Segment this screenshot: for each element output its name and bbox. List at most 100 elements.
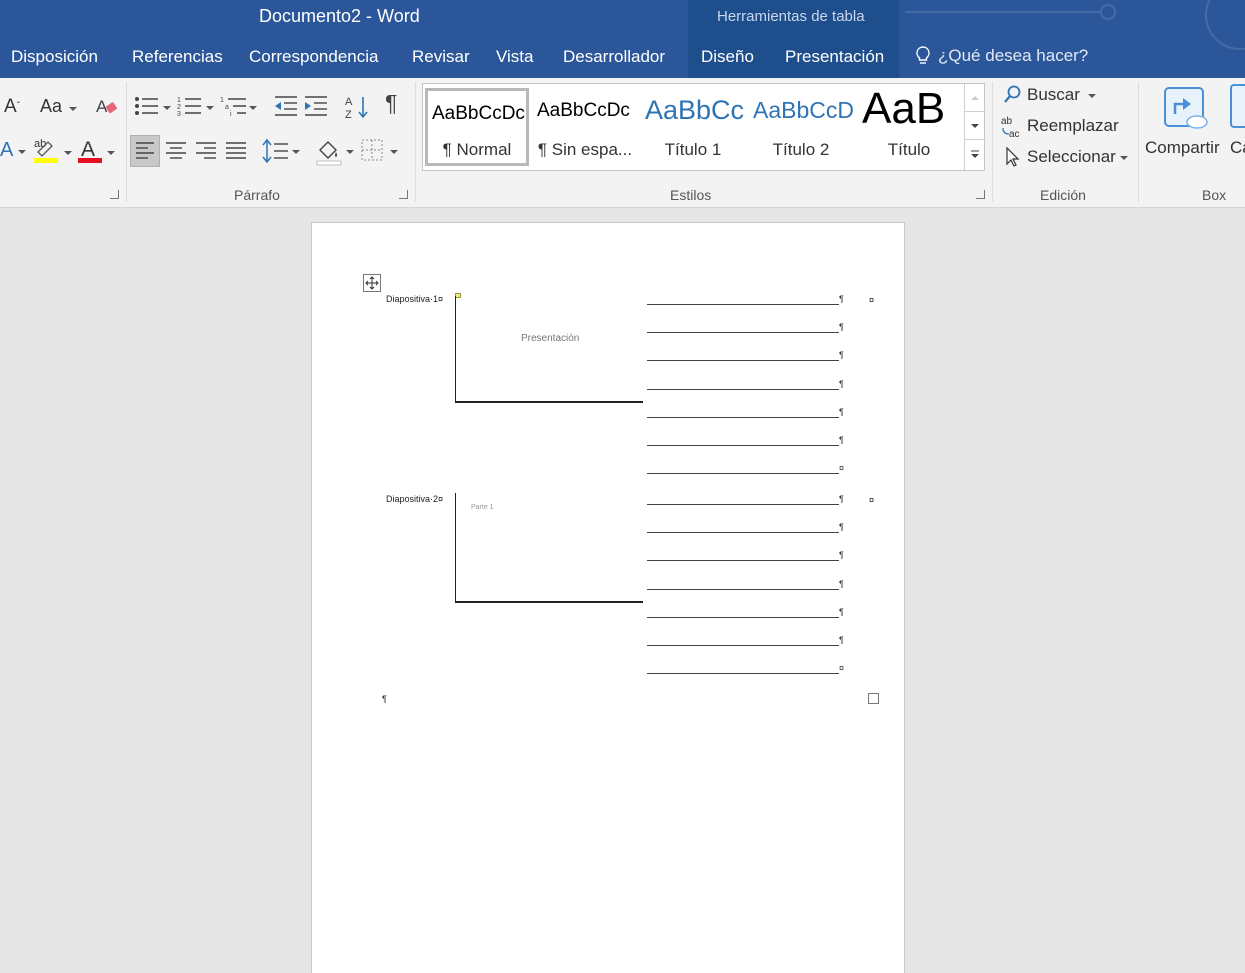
tab-diseno[interactable]: Diseño: [701, 47, 754, 67]
tab-presentacion[interactable]: Presentación: [785, 47, 884, 67]
tab-desarrollador[interactable]: Desarrollador: [563, 47, 665, 67]
change-case-button[interactable]: Aa: [40, 96, 62, 116]
style-sample: AaB: [862, 88, 946, 133]
bullets-icon[interactable]: [134, 94, 160, 118]
align-right-icon[interactable]: [192, 136, 220, 166]
numbering-icon[interactable]: 1 2 3: [177, 94, 203, 118]
chevron-down-icon: [206, 106, 214, 110]
decrease-indent-icon[interactable]: [273, 94, 299, 118]
align-center-icon[interactable]: [162, 136, 190, 166]
share-button[interactable]: Compartir: [1145, 82, 1241, 182]
cursor-arrow-icon: [1006, 146, 1020, 167]
share-icon: [1164, 87, 1208, 129]
end-of-cell-mark: ¤: [839, 663, 845, 673]
style-no-spacing[interactable]: AaBbCcDc ¶ Sin espa...: [533, 88, 637, 166]
paragraph-mark: ¶: [839, 550, 844, 560]
tab-revisar[interactable]: Revisar: [412, 47, 470, 67]
paragraph-mark: ¶: [839, 607, 844, 617]
title-bar: Documento2 - Word Herramientas de tabla …: [0, 0, 1245, 78]
table-resize-handle[interactable]: [868, 693, 879, 704]
shrink-font-button[interactable]: Aˇ: [4, 97, 20, 117]
tell-me-box[interactable]: ¿Qué desea hacer?: [914, 45, 1088, 67]
note-line: [647, 360, 839, 361]
chevron-down-icon: [64, 151, 72, 155]
table-move-handle[interactable]: [363, 274, 381, 292]
group-separator: [1138, 82, 1139, 202]
svg-text:3: 3: [177, 111, 181, 118]
decorative-circuit: [1100, 4, 1116, 20]
move-icon: [365, 276, 379, 290]
highlight-color-icon[interactable]: ab: [32, 136, 62, 164]
align-left-button[interactable]: [130, 135, 160, 167]
decorative-circuit: [1205, 0, 1245, 50]
slide-placeholder-text: Parte 1: [471, 504, 494, 511]
replace-icon-bottom: ac: [1009, 129, 1020, 140]
contextual-title: Herramientas de tabla: [717, 8, 865, 25]
style-sample: AaBbCc: [645, 95, 745, 125]
tab-referencias[interactable]: Referencias: [132, 47, 223, 67]
slide-thumbnail[interactable]: Parte 1: [455, 493, 643, 603]
paragraph-mark: ¶: [839, 435, 844, 445]
slide-label: Diapositiva·1¤: [386, 294, 444, 304]
increase-indent-icon[interactable]: [303, 94, 329, 118]
tab-vista[interactable]: Vista: [496, 47, 534, 67]
replace-label: Reemplazar: [1027, 116, 1119, 135]
tab-disposicion[interactable]: Disposición: [11, 47, 98, 67]
paragraph-mark: ¶: [839, 379, 844, 389]
borders-icon[interactable]: [360, 138, 384, 162]
editing-group-label: Edición: [1040, 187, 1086, 203]
chevron-down-icon: [1120, 156, 1128, 160]
gallery-scroll-down[interactable]: [964, 112, 985, 140]
document-page[interactable]: Diapositiva·1¤ Presentación ¤ ¶ ¶ ¶ ¶ ¶ …: [311, 222, 905, 973]
svg-text:2: 2: [177, 104, 181, 111]
box-app-icon[interactable]: [1230, 84, 1245, 128]
note-line: [647, 617, 839, 618]
font-dialog-launcher[interactable]: [110, 190, 119, 199]
note-line: [647, 673, 839, 674]
note-line: [647, 589, 839, 590]
chevron-down-icon: [390, 150, 398, 154]
sort-icon[interactable]: A Z: [344, 94, 370, 120]
style-sample: AaBbCcDc: [537, 100, 630, 121]
paragraph-mark: ¶: [839, 294, 844, 304]
text-effects-button[interactable]: A: [0, 140, 13, 160]
slide-thumbnail[interactable]: Presentación: [455, 296, 643, 403]
tab-correspondencia[interactable]: Correspondencia: [249, 47, 378, 67]
style-normal[interactable]: AaBbCcDc ¶ Normal: [425, 88, 529, 166]
font-color-icon[interactable]: A: [78, 136, 104, 164]
styles-group-label: Estilos: [670, 187, 712, 203]
multilevel-list-icon[interactable]: 1 a i: [220, 94, 248, 118]
styles-dialog-launcher[interactable]: [976, 190, 985, 199]
shading-icon[interactable]: [315, 136, 343, 166]
show-marks-button[interactable]: ¶: [385, 92, 397, 115]
paragraph-mark: ¶: [382, 694, 387, 704]
style-sample: AaBbCcD: [753, 97, 853, 123]
select-label: Seleccionar: [1027, 147, 1116, 166]
style-name: Título 1: [664, 140, 722, 159]
svg-text:A: A: [81, 138, 95, 161]
gallery-scroll-up[interactable]: [964, 84, 985, 112]
style-name: Título: [887, 140, 931, 159]
end-of-cell-mark: ¤: [839, 463, 845, 473]
search-icon: [1004, 85, 1021, 103]
share-label: Compartir: [1145, 138, 1220, 157]
gallery-more[interactable]: [964, 140, 985, 170]
style-heading-2[interactable]: AaBbCcD Título 2: [749, 88, 853, 166]
chevron-down-icon: [163, 106, 171, 110]
svg-text:a: a: [225, 104, 229, 111]
chevron-down-icon: [346, 150, 354, 154]
clear-formatting-icon[interactable]: A: [95, 94, 119, 118]
note-line: [647, 645, 839, 646]
style-heading-1[interactable]: AaBbCc Título 1: [641, 88, 745, 166]
svg-text:1: 1: [220, 97, 224, 104]
style-title[interactable]: AaB Título: [857, 88, 961, 166]
chevron-down-icon: [1088, 94, 1096, 98]
more-icon: [971, 150, 979, 158]
line-spacing-icon[interactable]: [260, 136, 290, 166]
note-line: [647, 473, 839, 474]
chevron-down-icon: [69, 107, 77, 111]
chevron-down-icon: [18, 150, 26, 154]
paragraph-dialog-launcher[interactable]: [399, 190, 408, 199]
justify-icon[interactable]: [222, 136, 250, 166]
tell-me-placeholder: ¿Qué desea hacer?: [938, 46, 1089, 65]
